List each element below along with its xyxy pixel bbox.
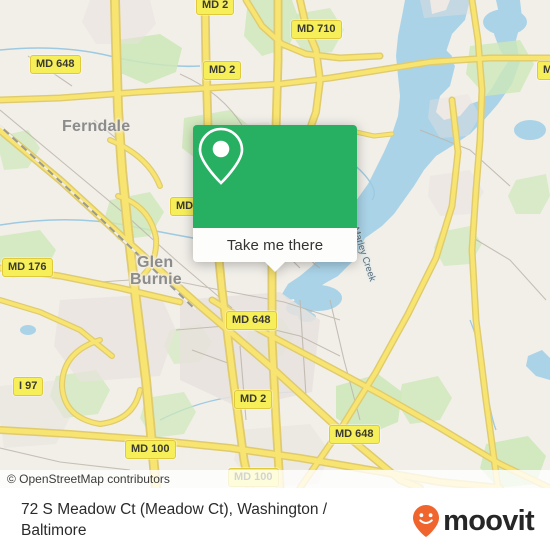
city-label-burnie: Burnie xyxy=(130,271,182,288)
road-shield-md648-se[interactable]: MD 648 xyxy=(329,425,380,444)
popup-header xyxy=(193,125,357,228)
road-shield-md2-lower[interactable]: MD 2 xyxy=(234,390,273,409)
moovit-map-screenshot: Ferndale Glen Burnie Marley Creek MD 2 M… xyxy=(0,0,550,550)
road-shield-md648-mid[interactable]: MD 648 xyxy=(226,311,277,330)
road-shield-md100-w[interactable]: MD 100 xyxy=(125,440,176,459)
footer-bar: 72 S Meadow Ct (Meadow Ct), Washington /… xyxy=(0,488,550,550)
map-pin-icon xyxy=(198,127,244,185)
moovit-logo[interactable]: moovit xyxy=(411,504,535,538)
location-popup-card[interactable]: Take me there xyxy=(193,125,357,272)
osm-attribution-text[interactable]: © OpenStreetMap contributors xyxy=(0,472,170,486)
road-shield-md2-upper[interactable]: MD 2 xyxy=(203,61,242,80)
city-label-ferndale: Ferndale xyxy=(62,118,131,135)
moovit-wordmark: moovit xyxy=(443,504,535,537)
road-shield-i97[interactable]: I 97 xyxy=(13,377,44,396)
address-title: 72 S Meadow Ct (Meadow Ct), Washington /… xyxy=(21,501,328,539)
city-label-glen: Glen xyxy=(137,254,174,271)
popup-action-bar[interactable]: Take me there xyxy=(193,228,357,272)
map-canvas[interactable]: Ferndale Glen Burnie Marley Creek MD 2 M… xyxy=(0,0,550,488)
take-me-there-label: Take me there xyxy=(226,236,324,254)
road-shield-md2-top[interactable]: MD 2 xyxy=(196,0,235,15)
road-shield-edge-right[interactable]: M xyxy=(537,61,550,80)
road-shield-md648-nw[interactable]: MD 648 xyxy=(30,55,81,74)
road-shield-md710[interactable]: MD 710 xyxy=(291,20,342,39)
map-attribution-bar: © OpenStreetMap contributors xyxy=(0,470,550,488)
moovit-smiley-pin-icon xyxy=(413,505,440,537)
road-shield-md176[interactable]: MD 176 xyxy=(2,258,53,277)
popup-tail-pointer xyxy=(264,261,286,272)
